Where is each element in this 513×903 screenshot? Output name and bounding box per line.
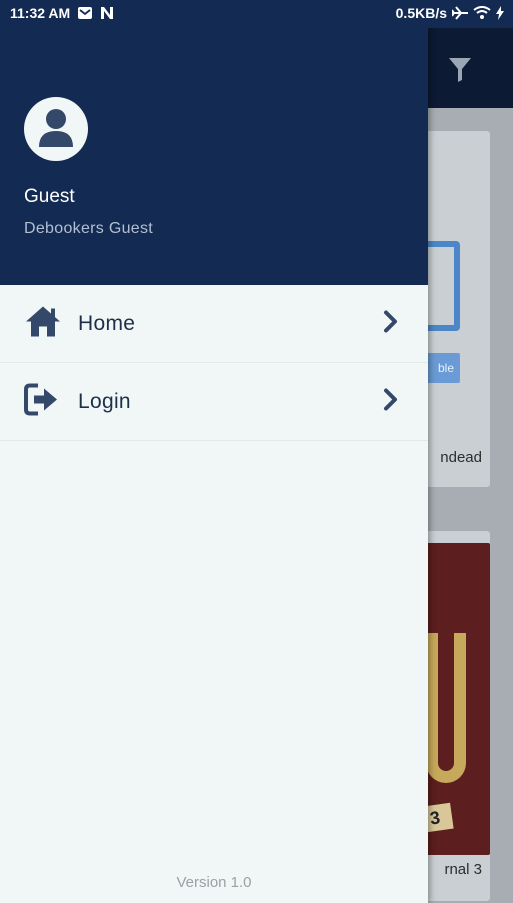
app-version: Version 1.0 (176, 874, 252, 891)
notification-n-icon (100, 6, 114, 20)
airplane-icon (452, 6, 468, 20)
chevron-right-icon (383, 309, 399, 338)
menu-item-home[interactable]: Home (0, 285, 428, 363)
menu-item-label: Home (78, 311, 136, 335)
network-speed: 0.5KB/s (395, 5, 447, 21)
navigation-drawer: Guest Debookers Guest Home Login Version… (0, 0, 428, 903)
drawer-header: Guest Debookers Guest (0, 0, 428, 285)
user-role: Debookers Guest (24, 220, 154, 237)
menu-item-login[interactable]: Login (0, 363, 428, 441)
mail-icon (78, 7, 93, 19)
status-bar: 11:32 AM 0.5KB/s (0, 0, 513, 28)
login-icon (24, 382, 62, 421)
drawer-menu: Home Login (0, 285, 428, 441)
status-time: 11:32 AM (10, 5, 71, 21)
user-icon (39, 109, 73, 147)
home-icon (24, 304, 62, 343)
filter-icon[interactable] (449, 58, 471, 87)
chevron-right-icon (383, 387, 399, 416)
charging-icon (496, 6, 504, 20)
wifi-icon (473, 6, 491, 20)
avatar (24, 97, 88, 161)
user-name: Guest (24, 186, 75, 207)
menu-item-label: Login (78, 389, 131, 413)
